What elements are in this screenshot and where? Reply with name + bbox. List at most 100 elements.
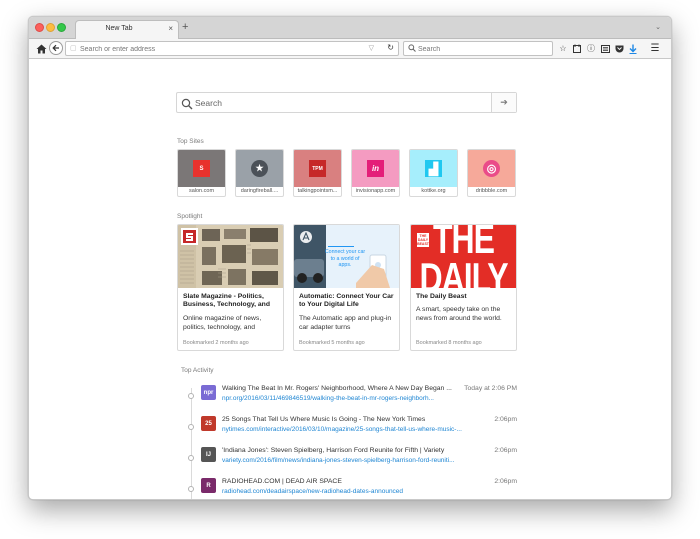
activity-title: Walking The Beat In Mr. Rogers' Neighbor… xyxy=(222,385,452,392)
tab-strip: New Tab × + ⌄ xyxy=(29,17,671,39)
main-search-box[interactable]: ➔ xyxy=(176,92,517,113)
tab-new-tab[interactable]: New Tab × xyxy=(75,20,179,39)
activity-item[interactable]: 25 25 Songs That Tell Us Where Music Is … xyxy=(187,415,517,441)
activity-url[interactable]: nytimes.com/interactive/2016/03/10/magaz… xyxy=(222,426,487,433)
back-arrow-icon xyxy=(52,44,59,52)
star-icon: ★ xyxy=(251,160,268,177)
site-label: invisionapp.com xyxy=(355,188,396,194)
close-window-button[interactable] xyxy=(35,23,44,32)
site-label: kottke.org xyxy=(421,188,446,194)
pocket-icon[interactable] xyxy=(613,42,625,55)
tpm-icon: TPM xyxy=(309,160,326,177)
variety-favicon-icon: IJ xyxy=(201,447,216,462)
toolbar-search-input[interactable] xyxy=(418,43,548,55)
card-description: The Automatic app and plug-in car adapte… xyxy=(299,315,392,331)
invision-icon: in xyxy=(367,160,384,177)
minimize-window-button[interactable] xyxy=(46,23,55,32)
card-image: THE DAILY BEAST THE DAILY BEAST xyxy=(411,225,516,288)
home-icon[interactable] xyxy=(35,42,47,55)
activity-url[interactable]: variety.com/2016/film/news/indiana-jones… xyxy=(222,457,487,464)
main-search-input[interactable] xyxy=(195,96,485,110)
url-input[interactable] xyxy=(80,43,350,55)
card-title: Automatic: Connect Your Car to Your Digi… xyxy=(299,293,394,308)
search-go-button[interactable]: ➔ xyxy=(491,93,516,112)
back-button[interactable] xyxy=(49,41,63,55)
card-description: A smart, speedy take on the news from ar… xyxy=(416,306,502,322)
activity-item[interactable]: npr Walking The Beat In Mr. Rogers' Neig… xyxy=(187,384,517,410)
card-bookmark-meta: Bookmarked 8 months ago xyxy=(416,340,482,346)
url-history-dropdown-icon[interactable]: ▽ xyxy=(369,44,374,52)
activity-title: 25 Songs That Tell Us Where Music Is Goi… xyxy=(222,416,426,423)
reader-view-icon[interactable] xyxy=(599,42,611,55)
daily-beast-logo-big: THE DAILY BEAST xyxy=(419,225,508,288)
site-thumbnail: ★ xyxy=(236,150,283,187)
spotlight-card-slate[interactable]: Slate Magazine - Politics, Business, Tec… xyxy=(177,224,284,351)
zoom-window-button[interactable] xyxy=(57,23,66,32)
site-thumbnail: in xyxy=(352,150,399,187)
toolbar-actions: ☆ ⓘ ☰ xyxy=(557,42,661,55)
top-activity-title: Top Activity xyxy=(181,367,214,374)
page-info-icon[interactable]: ▢ xyxy=(70,44,77,52)
activity-time: 2:06pm xyxy=(494,416,517,423)
activity-time: 2:06pm xyxy=(494,478,517,485)
timeline-dot xyxy=(188,424,194,430)
kottke-icon: ▟ xyxy=(425,160,442,177)
card-image xyxy=(178,225,283,288)
reload-icon[interactable]: ↻ xyxy=(387,43,394,52)
top-site-dribbble[interactable]: ◎ dribbble.com xyxy=(467,149,516,197)
top-site-daringfireball[interactable]: ★ daringfireball.... xyxy=(235,149,284,197)
site-thumbnail: ▟ xyxy=(410,150,457,187)
activity-time: 2:06pm xyxy=(494,447,517,454)
card-bookmark-meta: Bookmarked 2 months ago xyxy=(183,340,249,346)
activity-item[interactable]: R RADIOHEAD.COM | DEAD AIR SPACE radiohe… xyxy=(187,477,517,499)
nav-toolbar: ▢ ▽ ↻ ☆ ⓘ ☰ xyxy=(29,39,671,59)
top-site-salon[interactable]: S salon.com xyxy=(177,149,226,197)
url-bar[interactable]: ▢ ▽ ↻ xyxy=(65,41,399,56)
site-thumbnail: ◎ xyxy=(468,150,515,187)
toolbar-search-bar[interactable] xyxy=(403,41,553,56)
activity-title: 'Indiana Jones': Steven Spielberg, Harri… xyxy=(222,447,445,454)
card-description: Online magazine of news, politics, techn… xyxy=(183,315,262,331)
newspaper-image xyxy=(178,225,283,288)
new-tab-button[interactable]: + xyxy=(182,22,188,33)
top-site-talkingpointsmemo[interactable]: TPM talkingpointsm... xyxy=(293,149,342,197)
site-label: salon.com xyxy=(188,188,215,194)
dribbble-icon: ◎ xyxy=(483,160,500,177)
identity-icon[interactable]: ⓘ xyxy=(585,42,597,55)
timeline-dot xyxy=(188,393,194,399)
top-site-kottke[interactable]: ▟ kottke.org xyxy=(409,149,458,197)
card-image: Connect your car to a world of apps. xyxy=(294,225,399,288)
site-thumbnail: TPM xyxy=(294,150,341,187)
site-label: talkingpointsm... xyxy=(297,188,338,194)
activity-title: RADIOHEAD.COM | DEAD AIR SPACE xyxy=(222,478,342,485)
top-site-invisionapp[interactable]: in invisionapp.com xyxy=(351,149,400,197)
search-icon xyxy=(408,44,416,54)
close-tab-icon[interactable]: × xyxy=(168,24,173,34)
activity-time: Today at 2:06 PM xyxy=(464,385,517,392)
download-icon[interactable] xyxy=(627,42,639,55)
timeline-dot xyxy=(188,455,194,461)
spotlight-card-daily-beast[interactable]: THE DAILY BEAST THE DAILY BEAST The Dail… xyxy=(410,224,517,351)
activity-url[interactable]: npr.org/2016/03/11/469846519/walking-the… xyxy=(222,395,487,402)
activity-url[interactable]: radiohead.com/deadairspace/new-radiohead… xyxy=(222,488,487,495)
reading-list-icon[interactable] xyxy=(571,42,583,55)
npr-favicon-icon: npr xyxy=(201,385,216,400)
spotlight-card-automatic[interactable]: Connect your car to a world of apps. Aut… xyxy=(293,224,400,351)
new-tab-page: ➔ Top Sites S salon.com ★ daringfireball… xyxy=(29,60,671,499)
site-label: dribbble.com xyxy=(475,188,508,194)
card-image-text: Connect your car to a world of apps. xyxy=(324,249,366,268)
spotlight-title: Spotlight xyxy=(177,213,203,220)
card-title: Slate Magazine - Politics, Business, Tec… xyxy=(183,293,270,308)
nytimes-favicon-icon: 25 xyxy=(201,416,216,431)
salon-icon: S xyxy=(193,160,210,177)
site-thumbnail: S xyxy=(178,150,225,187)
search-icon xyxy=(181,97,193,110)
card-title: The Daily Beast xyxy=(416,293,467,300)
tab-list-icon[interactable]: ⌄ xyxy=(655,23,661,31)
menu-icon[interactable]: ☰ xyxy=(649,42,661,55)
radiohead-favicon-icon: R xyxy=(201,478,216,493)
tab-title: New Tab xyxy=(105,25,133,32)
site-label: daringfireball.... xyxy=(240,188,279,194)
bookmark-star-icon[interactable]: ☆ xyxy=(557,42,569,55)
activity-item[interactable]: IJ 'Indiana Jones': Steven Spielberg, Ha… xyxy=(187,446,517,472)
